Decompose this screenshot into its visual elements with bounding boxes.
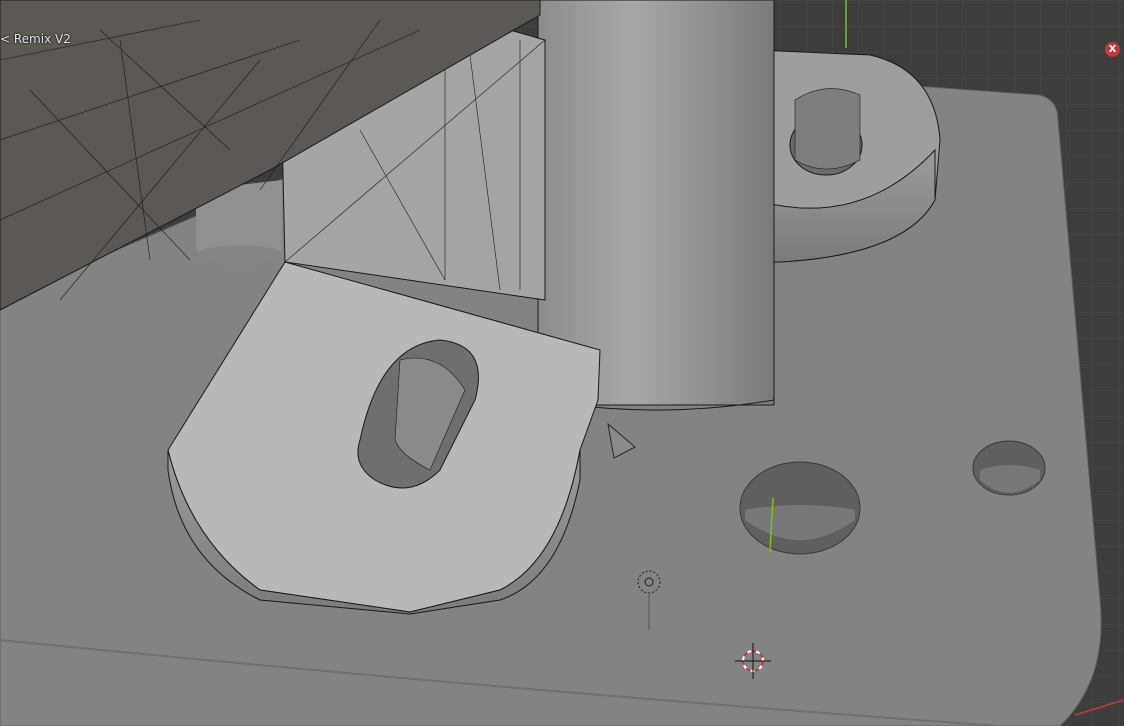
plate-hole-small <box>972 440 1046 496</box>
plate-hole-large <box>739 461 861 555</box>
x-axis-gizmo[interactable]: X <box>1105 42 1120 57</box>
3d-viewport[interactable] <box>0 0 1124 726</box>
object-name-label: < Remix V2 <box>0 32 71 46</box>
